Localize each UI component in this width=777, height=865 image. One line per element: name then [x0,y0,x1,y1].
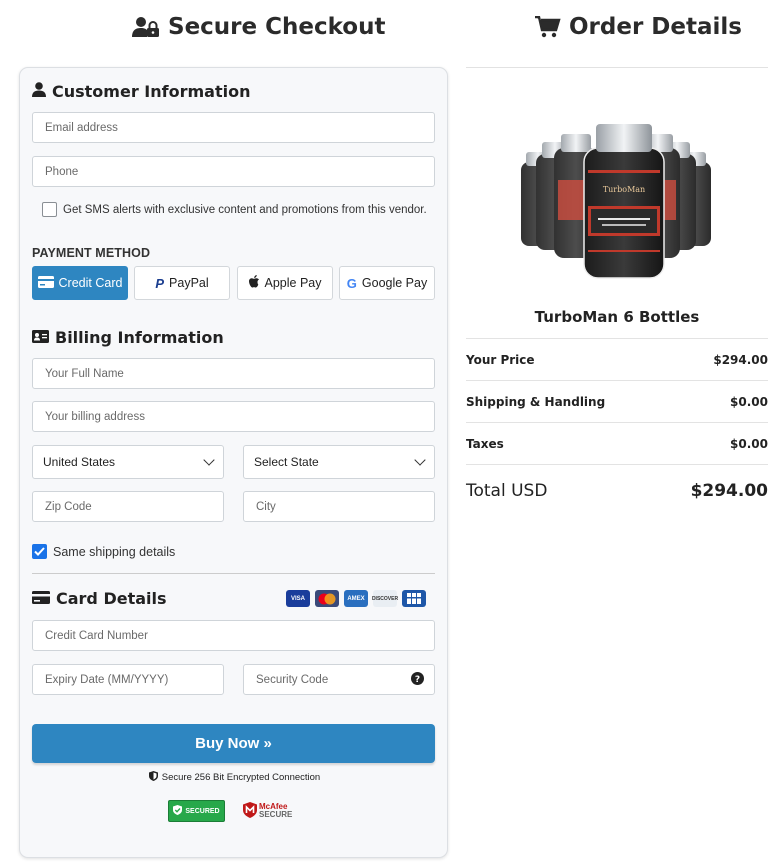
sms-checkbox[interactable] [42,202,57,217]
shipping-row: Shipping & Handling $0.00 [466,380,768,423]
city-placeholder: City [256,500,276,513]
phone-placeholder: Phone [45,165,79,178]
city-field[interactable]: City [243,491,435,522]
card-brand-badges: VISA AMEX DISCOVER [286,590,426,607]
secured-seal: SECURED [168,800,225,822]
state-value: Select State [254,455,319,469]
same-shipping-checkbox[interactable] [32,544,47,559]
shield-icon [148,771,158,784]
visa-icon: VISA [286,590,310,607]
apple-pay-label: Apple Pay [264,276,322,290]
country-select[interactable]: United States [32,445,224,479]
buy-now-button[interactable]: Buy Now » [32,724,435,763]
shield-check-icon [173,805,183,817]
price-value: $294.00 [713,353,768,367]
mastercard-icon [315,590,339,607]
taxes-value: $0.00 [730,437,768,451]
mcafee-seal: McAfee SECURE [243,802,292,820]
cvv-placeholder: Security Code [256,673,329,686]
sms-label: Get SMS alerts with exclusive content an… [63,203,427,216]
cart-icon [535,16,561,38]
product-name: TurboMan 6 Bottles [534,308,700,326]
paypal-icon: P [155,275,165,291]
id-card-icon [32,328,49,347]
google-icon: G [346,275,357,291]
card-details-heading: Card Details [32,589,167,608]
question-circle-icon[interactable]: ? [411,671,424,688]
card-details-title: Card Details [56,589,167,608]
product-image: TurboMan [518,122,714,282]
mcafee-secure: SECURE [259,810,293,819]
mcafee-logo-icon [243,802,257,820]
shipping-value: $0.00 [730,395,768,409]
total-row: Total USD $294.00 [466,464,768,516]
order-details-title: Order Details [569,14,742,40]
trust-seals: SECURED McAfee SECURE [168,800,292,822]
paypal-label: PayPal [169,276,209,290]
order-top-divider [466,67,768,68]
chevron-down-icon [414,454,426,466]
expiry-date-field[interactable]: Expiry Date (MM/YYYY) [32,664,224,695]
country-value: United States [43,455,116,469]
customer-info-heading: Customer Information [32,82,250,101]
checkout-form-card: Customer Information Email address Phone… [19,67,448,858]
discover-icon: DISCOVER [372,590,398,607]
pay-credit-card-button[interactable]: Credit Card [32,266,128,300]
amex-icon: AMEX [344,590,368,607]
total-label: Total USD [466,480,548,501]
secured-seal-text: SECURED [185,807,220,815]
full-name-field[interactable]: Your Full Name [32,358,435,389]
price-row: Your Price $294.00 [466,338,768,381]
apple-icon [248,275,260,291]
chevron-down-icon [203,454,215,466]
billing-address-placeholder: Your billing address [45,410,145,423]
section-divider [32,573,435,574]
zip-code-field[interactable]: Zip Code [32,491,224,522]
total-value: $294.00 [690,480,768,501]
pay-apple-pay-button[interactable]: Apple Pay [237,266,333,300]
order-details-heading: Order Details [535,14,742,40]
taxes-label: Taxes [466,437,504,451]
product-brand-label: TurboMan [603,185,645,194]
state-select[interactable]: Select State [243,445,435,479]
secure-checkout-heading: Secure Checkout [132,14,385,40]
payment-method-label: PAYMENT METHOD [32,246,151,260]
security-code-field[interactable]: Security Code ? [243,664,435,695]
card-number-placeholder: Credit Card Number [45,629,148,642]
phone-field[interactable]: Phone [32,156,435,187]
credit-card-icon [37,275,54,291]
billing-address-field[interactable]: Your billing address [32,401,435,432]
email-placeholder: Email address [45,121,118,134]
billing-info-heading: Billing Information [32,328,224,347]
credit-card-label: Credit Card [58,276,123,290]
card-number-field[interactable]: Credit Card Number [32,620,435,651]
user-icon [32,82,46,101]
customer-info-title: Customer Information [52,82,251,101]
secure-connection-note: Secure 256 Bit Encrypted Connection [20,771,449,784]
same-shipping-label: Same shipping details [53,544,176,559]
card-icon [32,589,50,608]
jcb-icon [402,590,426,607]
expiry-placeholder: Expiry Date (MM/YYYY) [45,673,169,686]
taxes-row: Taxes $0.00 [466,422,768,465]
pay-google-pay-button[interactable]: G Google Pay [339,266,435,300]
user-lock-icon [132,16,160,38]
shipping-label: Shipping & Handling [466,395,606,409]
pay-paypal-button[interactable]: P PayPal [134,266,230,300]
email-field[interactable]: Email address [32,112,435,143]
svg-text:?: ? [415,675,420,685]
sms-opt-in[interactable]: Get SMS alerts with exclusive content an… [42,202,427,217]
price-label: Your Price [466,353,535,367]
zip-placeholder: Zip Code [45,500,92,513]
same-shipping-option[interactable]: Same shipping details [32,544,175,559]
secure-connection-text: Secure 256 Bit Encrypted Connection [161,772,321,783]
billing-info-title: Billing Information [55,328,224,347]
secure-checkout-title: Secure Checkout [168,14,386,40]
google-pay-label: Google Pay [361,276,428,290]
full-name-placeholder: Your Full Name [45,367,124,380]
